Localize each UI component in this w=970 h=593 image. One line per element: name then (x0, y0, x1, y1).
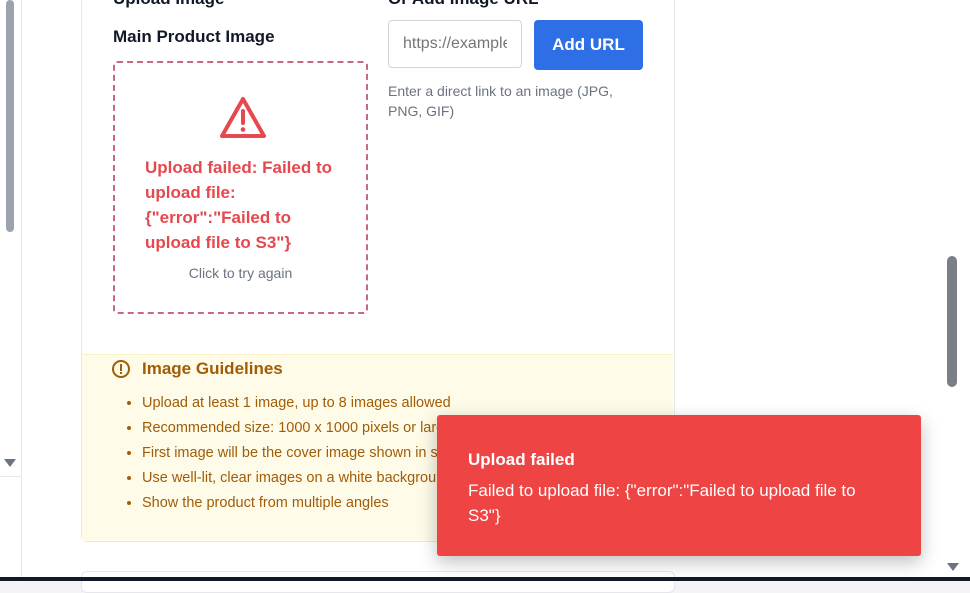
bottom-border (0, 577, 970, 581)
guidelines-title: Image Guidelines (142, 359, 283, 378)
next-card (81, 571, 675, 593)
url-help-text: Enter a direct link to an image (JPG, PN… (388, 83, 613, 119)
toast-title: Upload failed (468, 450, 575, 469)
scroll-down-arrow-icon[interactable] (4, 459, 16, 467)
upload-image-heading: Upload Image (113, 0, 224, 9)
right-scrollbar-thumb[interactable] (947, 256, 957, 387)
retry-upload-link[interactable]: Click to try again (115, 265, 366, 281)
warning-icon (220, 97, 266, 138)
scroll-down-arrow-icon[interactable] (947, 563, 959, 571)
left-panel (0, 0, 22, 581)
image-url-input[interactable] (388, 20, 522, 68)
error-toast[interactable]: Upload failed Failed to upload file: {"e… (437, 415, 921, 556)
right-scrollbar[interactable] (944, 0, 970, 581)
add-image-url-heading: Or Add Image URL (388, 0, 539, 9)
image-dropzone[interactable]: Upload failed: Failed to upload file: {"… (113, 61, 368, 314)
left-scrollbar-thumb[interactable] (6, 0, 14, 232)
toast-message: Failed to upload file: {"error":"Failed … (468, 481, 856, 525)
guideline-item: Upload at least 1 image, up to 8 images … (142, 391, 521, 416)
add-url-button[interactable]: Add URL (534, 20, 643, 70)
info-circle-icon (112, 360, 130, 378)
left-divider (0, 476, 21, 477)
main-product-image-label: Main Product Image (113, 27, 275, 46)
upload-error-message: Upload failed: Failed to upload file: {"… (145, 158, 333, 252)
